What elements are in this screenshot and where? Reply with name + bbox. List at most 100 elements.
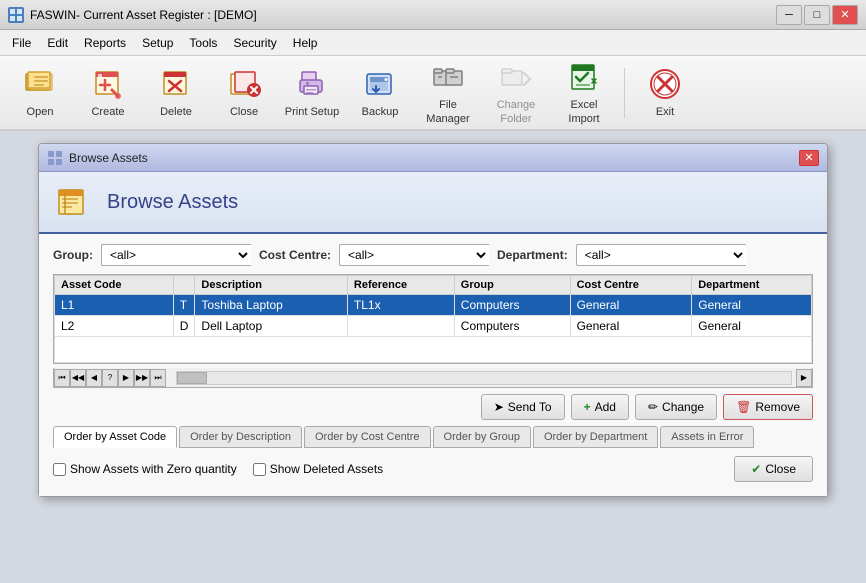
cell-department: General bbox=[692, 295, 812, 316]
deleted-assets-checkbox[interactable] bbox=[253, 463, 266, 476]
cell-group: Computers bbox=[454, 295, 570, 316]
toolbar: Open Create Delete bbox=[0, 56, 866, 131]
col-group: Group bbox=[454, 276, 570, 295]
dialog-close-bottom-button[interactable]: ✔ Close bbox=[734, 456, 813, 482]
add-icon: + bbox=[584, 400, 591, 414]
cost-centre-select[interactable]: <all> bbox=[339, 244, 489, 266]
col-asset-code: Asset Code bbox=[55, 276, 174, 295]
toolbar-backup-button[interactable]: Backup bbox=[348, 61, 412, 125]
app-title: FASWIN- Current Asset Register : [DEMO] bbox=[30, 8, 257, 22]
printsetup-label: Print Setup bbox=[285, 106, 339, 119]
scroll-prev-page-button[interactable]: ◀◀ bbox=[70, 369, 86, 387]
browse-assets-dialog: Browse Assets ✕ Browse Assets bbox=[38, 143, 828, 497]
col-description-short bbox=[173, 276, 195, 295]
deleted-assets-checkbox-label[interactable]: Show Deleted Assets bbox=[253, 462, 383, 476]
zero-quantity-checkbox[interactable] bbox=[53, 463, 66, 476]
deleted-assets-label: Show Deleted Assets bbox=[270, 462, 383, 476]
dialog-header-title: Browse Assets bbox=[107, 191, 238, 214]
zero-quantity-label: Show Assets with Zero quantity bbox=[70, 462, 237, 476]
toolbar-excelimport-button[interactable]: ExcelImport bbox=[552, 61, 616, 125]
menu-help[interactable]: Help bbox=[285, 33, 326, 53]
cell-reference bbox=[347, 316, 454, 337]
maximize-button[interactable]: □ bbox=[804, 5, 830, 25]
scroll-unknown-button[interactable]: ? bbox=[102, 369, 118, 387]
tab-description[interactable]: Order by Description bbox=[179, 426, 302, 448]
filemanager-icon bbox=[430, 59, 466, 95]
toolbar-separator bbox=[624, 68, 625, 118]
group-select[interactable]: <all> bbox=[101, 244, 251, 266]
app-close-button[interactable]: ✕ bbox=[832, 5, 858, 25]
minimize-button[interactable]: ─ bbox=[776, 5, 802, 25]
app-icon bbox=[8, 7, 24, 23]
menu-file[interactable]: File bbox=[4, 33, 39, 53]
remove-button[interactable]: 🗑 Remove bbox=[723, 394, 813, 420]
send-to-button[interactable]: ➤ Send To bbox=[481, 394, 565, 420]
cell-reference: TL1x bbox=[347, 295, 454, 316]
menu-tools[interactable]: Tools bbox=[181, 33, 225, 53]
cell-asset-code: L1 bbox=[55, 295, 174, 316]
toolbar-filemanager-button[interactable]: FileManager bbox=[416, 61, 480, 125]
scrollbar-thumb[interactable] bbox=[177, 372, 207, 384]
toolbar-printsetup-button[interactable]: Print Setup bbox=[280, 61, 344, 125]
print-icon bbox=[294, 66, 330, 102]
cell-cost-centre: General bbox=[570, 316, 692, 337]
cell-cost-centre: General bbox=[570, 295, 692, 316]
table-row[interactable]: L1 T Toshiba Laptop TL1x Computers Gener… bbox=[55, 295, 812, 316]
group-filter-combo[interactable]: <all> bbox=[101, 244, 251, 266]
toolbar-delete-button[interactable]: Delete bbox=[144, 61, 208, 125]
cell-type: D bbox=[173, 316, 195, 337]
backup-icon bbox=[362, 66, 398, 102]
toolbar-open-button[interactable]: Open bbox=[8, 61, 72, 125]
dialog-title-icon bbox=[47, 150, 63, 166]
cell-description: Toshiba Laptop bbox=[195, 295, 347, 316]
menu-bar: File Edit Reports Setup Tools Security H… bbox=[0, 30, 866, 56]
col-department: Department bbox=[692, 276, 812, 295]
change-icon: ✏ bbox=[648, 400, 658, 414]
table-row[interactable]: L2 D Dell Laptop Computers General Gener… bbox=[55, 316, 812, 337]
cost-centre-filter-label: Cost Centre: bbox=[259, 248, 331, 262]
scroll-right-end-button[interactable]: ▶ bbox=[796, 369, 812, 387]
toolbar-closedoc-button[interactable]: Close bbox=[212, 61, 276, 125]
tab-cost-centre[interactable]: Order by Cost Centre bbox=[304, 426, 431, 448]
changefolder-icon bbox=[498, 59, 534, 95]
group-filter-label: Group: bbox=[53, 248, 93, 262]
scroll-next-button[interactable]: ▶ bbox=[118, 369, 134, 387]
cell-description: Dell Laptop bbox=[195, 316, 347, 337]
dialog-header-icon bbox=[55, 182, 95, 222]
assets-table-container: Asset Code Description Reference Group C… bbox=[53, 274, 813, 364]
menu-security[interactable]: Security bbox=[225, 33, 284, 53]
scroll-prev-button[interactable]: ◀ bbox=[86, 369, 102, 387]
zero-quantity-checkbox-label[interactable]: Show Assets with Zero quantity bbox=[53, 462, 237, 476]
tab-department[interactable]: Order by Department bbox=[533, 426, 658, 448]
menu-reports[interactable]: Reports bbox=[76, 33, 134, 53]
backup-label: Backup bbox=[362, 106, 399, 119]
assets-table: Asset Code Description Reference Group C… bbox=[54, 275, 812, 363]
closedoc-label: Close bbox=[230, 106, 258, 119]
department-filter-combo[interactable]: <all> bbox=[576, 244, 746, 266]
dialog-title-text: Browse Assets bbox=[69, 151, 148, 165]
tab-asset-code[interactable]: Order by Asset Code bbox=[53, 426, 177, 448]
exit-icon bbox=[647, 66, 683, 102]
dialog-titlebar: Browse Assets ✕ bbox=[39, 144, 827, 172]
dialog-close-button[interactable]: ✕ bbox=[799, 150, 819, 166]
scroll-next-page-button[interactable]: ▶▶ bbox=[134, 369, 150, 387]
tab-assets-error[interactable]: Assets in Error bbox=[660, 426, 754, 448]
cost-centre-filter-combo[interactable]: <all> bbox=[339, 244, 489, 266]
menu-edit[interactable]: Edit bbox=[39, 33, 76, 53]
change-button[interactable]: ✏ Change bbox=[635, 394, 717, 420]
department-select[interactable]: <all> bbox=[576, 244, 746, 266]
menu-setup[interactable]: Setup bbox=[134, 33, 181, 53]
scroll-last-button[interactable]: ⏭ bbox=[150, 369, 166, 387]
tab-row: Order by Asset Code Order by Description… bbox=[53, 426, 813, 448]
col-description: Description bbox=[195, 276, 347, 295]
toolbar-create-button[interactable]: Create bbox=[76, 61, 140, 125]
add-button[interactable]: + Add bbox=[571, 394, 629, 420]
scroll-first-button[interactable]: ⏮ bbox=[54, 369, 70, 387]
cell-type: T bbox=[173, 295, 195, 316]
col-reference: Reference bbox=[347, 276, 454, 295]
tab-group[interactable]: Order by Group bbox=[433, 426, 531, 448]
col-cost-centre: Cost Centre bbox=[570, 276, 692, 295]
horizontal-scrollbar[interactable] bbox=[176, 371, 792, 385]
toolbar-exit-button[interactable]: Exit bbox=[633, 61, 697, 125]
remove-icon: 🗑 bbox=[736, 400, 751, 414]
